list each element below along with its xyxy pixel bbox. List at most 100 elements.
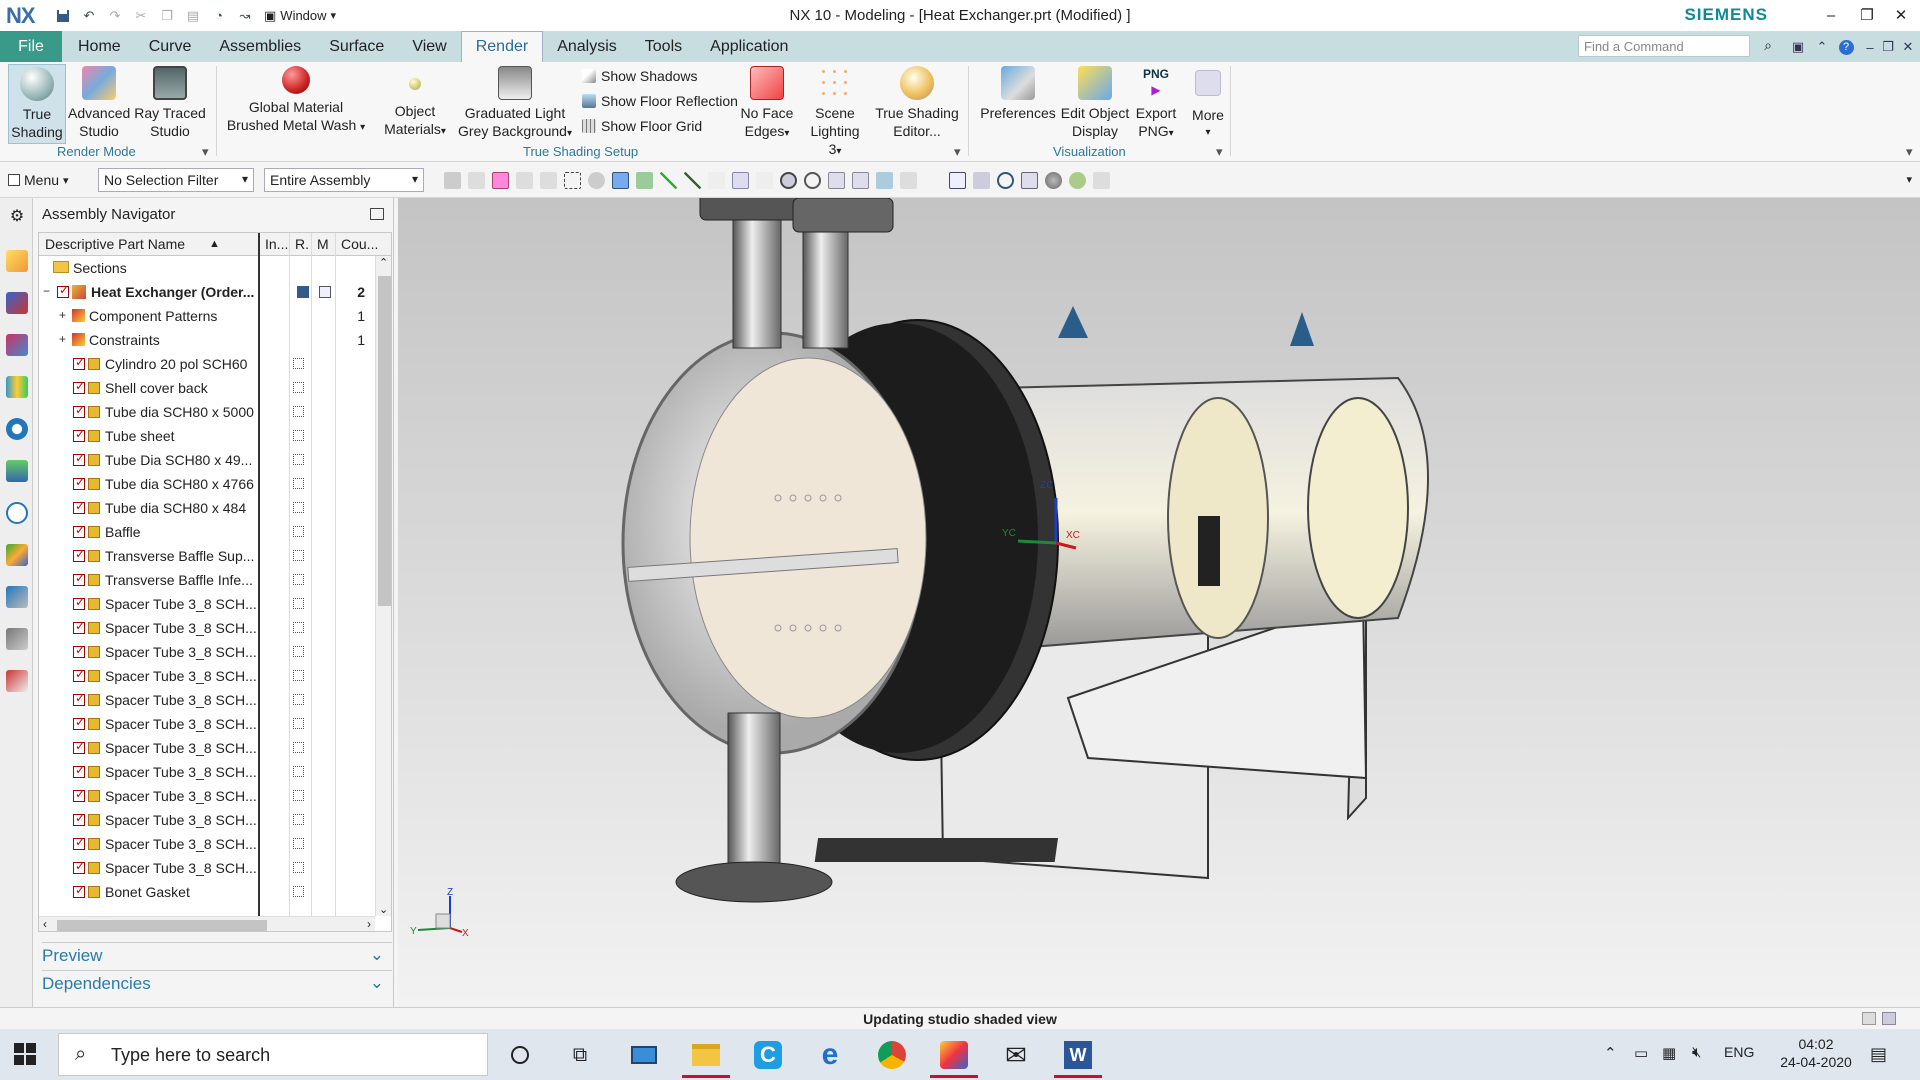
repeat-command-icon[interactable]: ◔ — [209, 6, 229, 26]
cortana-icon[interactable] — [502, 1037, 538, 1073]
curve-select-icon[interactable] — [684, 171, 701, 189]
windows-start-icon[interactable] — [14, 1043, 36, 1065]
graduated-light-button[interactable]: Graduated Light Grey Background▾ — [456, 64, 574, 143]
restore-button[interactable]: ❐ — [1852, 4, 1882, 26]
table-row[interactable]: Spacer Tube 3_8 SCH... — [39, 760, 391, 784]
table-row[interactable]: Cylindro 20 pol SCH60 — [39, 352, 391, 376]
hd3d-tools-icon[interactable] — [6, 418, 28, 440]
rectangle-select-icon[interactable] — [564, 171, 581, 189]
existing-point-icon[interactable] — [828, 171, 845, 189]
sort-ascending-icon[interactable]: ▲ — [209, 238, 220, 250]
table-row[interactable]: Spacer Tube 3_8 SCH... — [39, 712, 391, 736]
edit-object-display-button[interactable]: Edit Object Display — [1058, 64, 1132, 140]
scroll-left-icon[interactable]: ‹ — [43, 917, 47, 931]
visualization-expand-icon[interactable]: ▾ — [1216, 144, 1223, 160]
export-png-button[interactable]: PNG ▶ Export PNG▾ — [1134, 64, 1178, 143]
column-descriptive-part-name[interactable]: Descriptive Part Name — [45, 236, 185, 252]
rotate-icon[interactable] — [997, 171, 1014, 189]
end-point-icon[interactable] — [852, 171, 869, 189]
file-explorer-icon[interactable] — [682, 1037, 730, 1078]
table-row[interactable]: Shell cover back — [39, 376, 391, 400]
help-icon[interactable]: ? — [1836, 37, 1856, 57]
assembly-navigator-icon[interactable] — [6, 250, 28, 272]
orient-view-icon[interactable] — [1021, 171, 1038, 189]
table-row[interactable]: Tube dia SCH80 x 5000 — [39, 400, 391, 424]
ray-traced-studio-button[interactable]: Ray Traced Studio — [134, 64, 206, 140]
table-row[interactable]: − Heat Exchanger (Order... 2 — [39, 280, 391, 304]
visibility-checkbox[interactable] — [73, 595, 85, 610]
vertical-scrollbar[interactable]: ⌃ ⌄ — [375, 256, 391, 916]
heat-exchanger-model[interactable]: ZC YC XC — [398, 198, 1920, 1007]
scene-lighting-button[interactable]: Scene Lighting 3▾ — [804, 64, 866, 161]
network-icon[interactable]: ▦ — [1662, 1044, 1676, 1062]
scroll-right-icon[interactable]: › — [367, 917, 371, 931]
volume-muted-icon[interactable]: 🔇︎ — [1692, 1044, 1701, 1061]
object-materials-button[interactable]: Object Materials▾ — [380, 64, 450, 141]
table-row[interactable]: + Component Patterns 1 — [39, 304, 391, 328]
mail-icon[interactable]: ✉ — [998, 1037, 1034, 1073]
visibility-checkbox[interactable] — [73, 739, 85, 754]
cut-icon[interactable]: ✂ — [131, 6, 151, 26]
tab-tools[interactable]: Tools — [631, 31, 696, 62]
quadrant-icon[interactable] — [804, 171, 821, 189]
column-modified[interactable]: M — [317, 236, 329, 252]
save-icon[interactable] — [53, 6, 73, 26]
table-row[interactable]: Tube sheet — [39, 424, 391, 448]
chrome-icon[interactable] — [874, 1037, 910, 1073]
scroll-down-icon[interactable]: ⌄ — [379, 903, 388, 916]
tab-file[interactable]: File — [0, 31, 62, 62]
scrollbar-thumb[interactable] — [57, 920, 267, 931]
visibility-checkbox[interactable] — [73, 475, 85, 490]
no-face-edges-button[interactable]: No Face Edges▾ — [736, 64, 798, 143]
touch-mode-icon[interactable]: ↝ — [235, 6, 255, 26]
visibility-checkbox[interactable] — [73, 355, 85, 370]
visibility-checkbox[interactable] — [73, 403, 85, 418]
ribbon-options-chevron-icon[interactable]: ▾ — [1906, 144, 1913, 160]
table-row[interactable]: Spacer Tube 3_8 SCH... — [39, 592, 391, 616]
tab-surface[interactable]: Surface — [315, 31, 398, 62]
system-materials-icon[interactable] — [6, 544, 28, 566]
visibility-checkbox[interactable] — [73, 883, 85, 898]
task-view-icon[interactable]: ⧉ — [562, 1037, 598, 1073]
undo-icon[interactable]: ↶ — [79, 6, 99, 26]
visibility-checkbox[interactable] — [73, 691, 85, 706]
lasso-icon[interactable] — [588, 171, 605, 189]
find-command-input[interactable]: Find a Command — [1578, 35, 1750, 57]
tab-view[interactable]: View — [398, 31, 460, 62]
select-all-icon[interactable] — [492, 171, 509, 189]
spline-icon[interactable] — [708, 171, 725, 189]
preferences-button[interactable]: Preferences — [980, 64, 1056, 122]
notifications-icon[interactable]: ▤ — [1870, 1044, 1887, 1065]
layer-icon[interactable] — [900, 171, 917, 189]
visibility-checkbox[interactable] — [73, 715, 85, 730]
fit-view-icon[interactable] — [949, 171, 966, 189]
table-row[interactable]: + Constraints 1 — [39, 328, 391, 352]
visibility-checkbox[interactable] — [73, 619, 85, 634]
word-icon[interactable]: W — [1054, 1037, 1102, 1078]
visibility-checkbox[interactable] — [73, 499, 85, 514]
history-icon[interactable] — [6, 502, 28, 524]
visibility-checkbox[interactable] — [73, 451, 85, 466]
ccleaner-icon[interactable]: C — [750, 1037, 786, 1073]
computer-icon[interactable] — [626, 1037, 662, 1073]
true-shading-button[interactable]: True Shading — [8, 64, 66, 144]
intersection-icon[interactable] — [756, 171, 773, 189]
ribbon-options-icon[interactable]: ▣ — [1788, 37, 1808, 57]
snap-icon[interactable] — [468, 171, 485, 189]
feature-select-icon[interactable] — [636, 171, 653, 189]
reuse-library-icon[interactable] — [6, 376, 28, 398]
toolbar-options-icon[interactable]: ▾ — [1906, 173, 1912, 186]
selection-scope-dropdown[interactable]: Entire Assembly — [264, 168, 424, 192]
table-row[interactable]: Baffle — [39, 520, 391, 544]
redo-icon[interactable]: ↷ — [105, 6, 125, 26]
window-restore-icon[interactable]: ❐ — [1878, 37, 1898, 57]
show-shadows-button[interactable]: Show Shadows — [582, 68, 698, 84]
table-row[interactable]: Spacer Tube 3_8 SCH... — [39, 640, 391, 664]
gear-icon[interactable]: ⚙ — [6, 206, 28, 228]
constraint-navigator-icon[interactable] — [6, 292, 28, 314]
preview-panel[interactable]: Preview ⌄ — [42, 942, 392, 968]
point-on-curve-icon[interactable] — [732, 171, 749, 189]
visibility-checkbox[interactable] — [57, 283, 69, 298]
dependencies-panel[interactable]: Dependencies ⌄ — [42, 970, 392, 996]
show-floor-reflection-button[interactable]: Show Floor Reflection — [582, 93, 738, 109]
